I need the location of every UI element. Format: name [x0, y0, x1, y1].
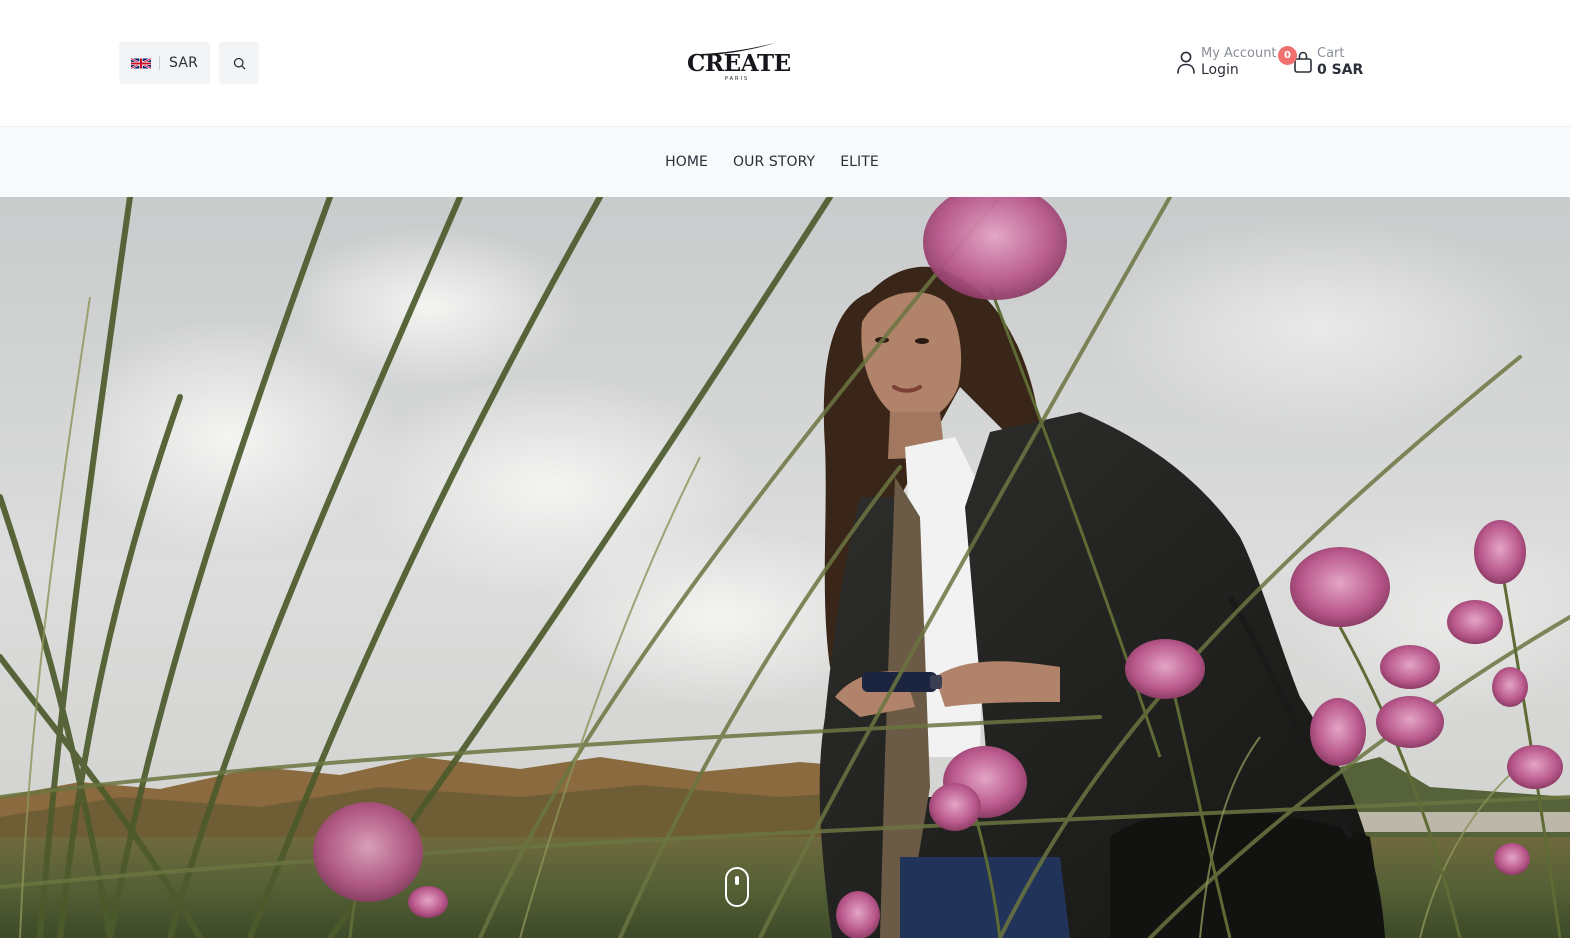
- login-label: Login: [1201, 62, 1239, 78]
- main-nav: HOME OUR STORY ELITE: [0, 126, 1570, 197]
- cart-label: Cart: [1317, 46, 1345, 61]
- nav-list: HOME OUR STORY ELITE: [665, 154, 879, 170]
- cart-link[interactable]: 0 Cart 0 SAR: [1278, 42, 1363, 82]
- uk-flag-icon: [131, 57, 151, 69]
- cart-icon-wrapper: 0: [1278, 46, 1314, 75]
- cart-text: Cart 0 SAR: [1317, 45, 1363, 79]
- search-icon: [233, 57, 245, 69]
- nav-item-our-story[interactable]: OUR STORY: [733, 154, 815, 170]
- currency-divider: [159, 56, 160, 70]
- cart-total: 0 SAR: [1317, 62, 1364, 78]
- cart-count-badge: 0: [1278, 46, 1297, 65]
- site-header: SAR CREATE PARIS My Account Login 0 Cart…: [0, 0, 1570, 126]
- user-icon: [1177, 51, 1195, 74]
- account-text: My Account Login: [1201, 45, 1277, 79]
- brand-logo[interactable]: CREATE PARIS: [687, 36, 791, 88]
- nav-item-home[interactable]: HOME: [665, 154, 708, 170]
- account-link[interactable]: My Account Login: [1175, 42, 1277, 82]
- currency-selector[interactable]: SAR: [119, 42, 210, 84]
- hero-banner: [0, 197, 1570, 938]
- account-label: My Account: [1201, 46, 1277, 61]
- hero-image: [0, 197, 1570, 938]
- logo-wordmark: CREATE: [687, 50, 791, 77]
- search-button[interactable]: [219, 42, 259, 84]
- nav-item-elite[interactable]: ELITE: [840, 154, 879, 170]
- mouse-scroll-icon[interactable]: [724, 866, 750, 908]
- logo-subtitle: PARIS: [724, 76, 750, 82]
- currency-label: SAR: [169, 55, 199, 71]
